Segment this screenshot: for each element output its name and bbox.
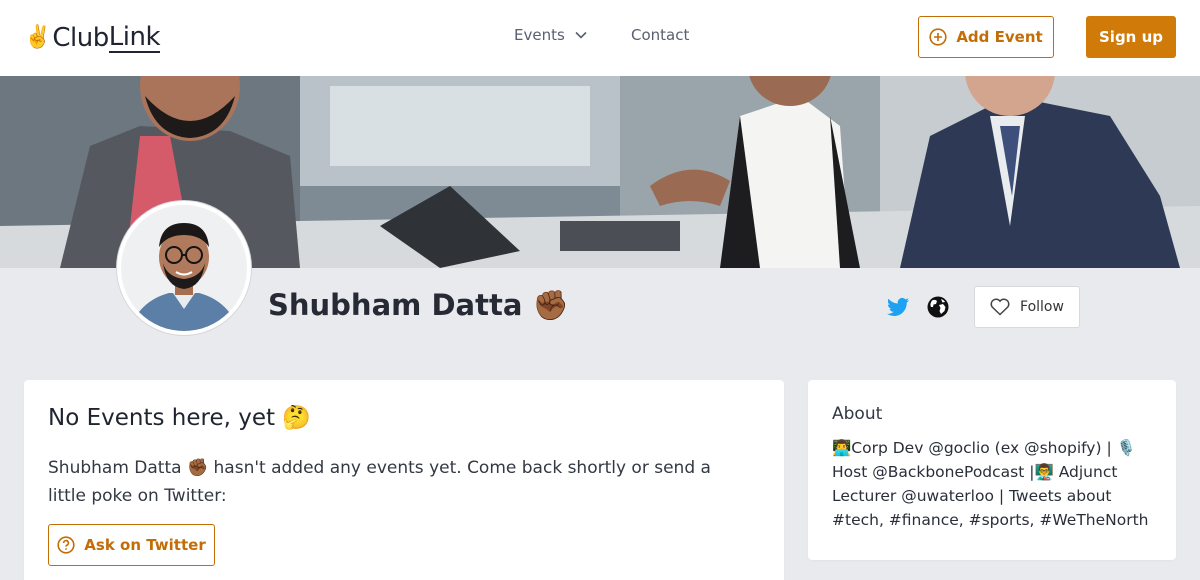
events-card: No Events here, yet 🤔 Shubham Datta ✊🏾 h… <box>24 380 784 580</box>
question-circle-icon <box>57 536 75 554</box>
plus-circle-icon <box>929 28 947 46</box>
signup-button[interactable]: Sign up <box>1086 16 1176 58</box>
profile-name: Shubham Datta ✊🏾 <box>268 288 569 322</box>
website-link[interactable] <box>926 295 950 319</box>
top-navbar: ✌️ Club Link Events Contact Add Event Si… <box>0 0 1200 76</box>
clublink-logo[interactable]: ✌️ Club Link <box>24 20 161 56</box>
no-events-heading: No Events here, yet 🤔 <box>48 405 311 431</box>
nav-events-dropdown[interactable]: Events <box>514 26 587 44</box>
ask-on-twitter-button[interactable]: Ask on Twitter <box>48 524 215 566</box>
globe-icon <box>927 296 949 318</box>
twitter-bird-icon <box>887 297 909 316</box>
ask-on-twitter-label: Ask on Twitter <box>84 536 206 554</box>
nav-events-label: Events <box>514 26 565 44</box>
nav-contact-link[interactable]: Contact <box>631 26 689 44</box>
about-card: About 👨‍💻Corp Dev @goclio (ex @shopify) … <box>808 380 1176 560</box>
follow-button[interactable]: Follow <box>974 286 1080 328</box>
victory-hand-icon: ✌️ <box>24 25 52 50</box>
avatar-portrait-illustration <box>121 205 247 331</box>
twitter-profile-link[interactable] <box>886 295 910 319</box>
follow-label: Follow <box>1020 299 1064 315</box>
add-event-button[interactable]: Add Event <box>918 16 1054 58</box>
profile-avatar <box>117 201 251 335</box>
chevron-down-icon <box>575 31 587 39</box>
logo-text-club: Club <box>52 23 109 53</box>
about-bio: 👨‍💻Corp Dev @goclio (ex @shopify) | 🎙️ H… <box>832 439 1149 529</box>
no-events-message: Shubham Datta ✊🏾 hasn't added any events… <box>48 458 711 506</box>
add-event-label: Add Event <box>956 28 1043 46</box>
about-heading: About <box>832 404 883 424</box>
logo-text-link: Link <box>108 21 161 53</box>
heart-outline-icon <box>990 298 1010 316</box>
